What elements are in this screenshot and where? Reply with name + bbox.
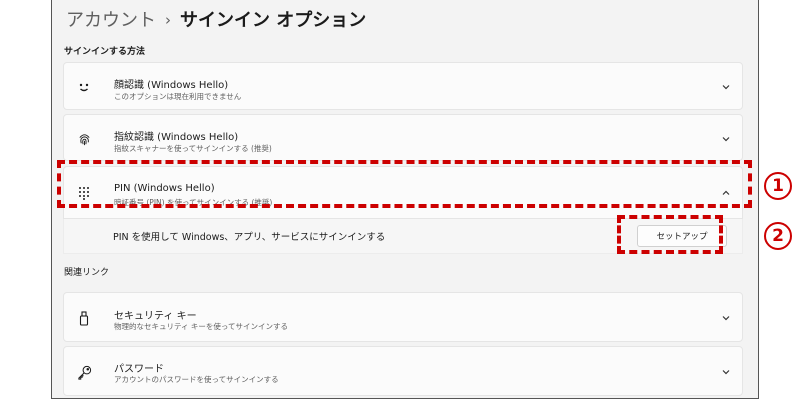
- method-subtitle: 指紋スキャナーを使ってサインインする (推奨): [114, 144, 272, 153]
- breadcrumb-accounts[interactable]: アカウント: [66, 10, 156, 31]
- annotation-marker-2: 2: [764, 222, 792, 250]
- annotation-marker-1: 1: [764, 172, 792, 200]
- highlight-pin-row: [57, 160, 752, 208]
- related-title: セキュリティ キー: [114, 311, 197, 322]
- related-title: パスワード: [114, 364, 164, 375]
- breadcrumb-separator: ›: [165, 11, 171, 29]
- chevron-down-icon[interactable]: [720, 312, 732, 324]
- chevron-down-icon[interactable]: [720, 366, 732, 378]
- chevron-down-icon[interactable]: [720, 133, 732, 145]
- security-key-icon: [76, 310, 92, 326]
- method-fingerprint[interactable]: 指紋認識 (Windows Hello) 指紋スキャナーを使ってサインインする …: [63, 114, 743, 161]
- method-face-recognition[interactable]: 顔認識 (Windows Hello) このオプションは現在利用できません: [63, 62, 743, 110]
- related-subtitle: アカウントのパスワードを使ってサインインする: [114, 375, 279, 384]
- page-title: サインイン オプション: [180, 10, 367, 31]
- pin-description: PIN を使用して Windows、アプリ、サービスにサインインする: [113, 232, 386, 243]
- section-related-links: 関連リンク: [64, 268, 110, 278]
- face-icon: [76, 79, 92, 95]
- related-subtitle: 物理的なセキュリティ キーを使ってサインインする: [114, 322, 289, 331]
- method-subtitle: このオプションは現在利用できません: [114, 92, 242, 101]
- highlight-setup-button: [617, 215, 723, 254]
- method-title: 指紋認識 (Windows Hello): [114, 132, 239, 143]
- related-security-key[interactable]: セキュリティ キー 物理的なセキュリティ キーを使ってサインインする: [63, 292, 743, 342]
- password-key-icon: [76, 364, 92, 380]
- breadcrumb: アカウント › サインイン オプション: [66, 6, 366, 32]
- related-password[interactable]: パスワード アカウントのパスワードを使ってサインインする: [63, 346, 743, 396]
- fingerprint-icon: [76, 131, 92, 147]
- method-title: 顔認識 (Windows Hello): [114, 80, 229, 91]
- chevron-down-icon[interactable]: [720, 81, 732, 93]
- section-signin-methods: サインインする方法: [64, 47, 146, 57]
